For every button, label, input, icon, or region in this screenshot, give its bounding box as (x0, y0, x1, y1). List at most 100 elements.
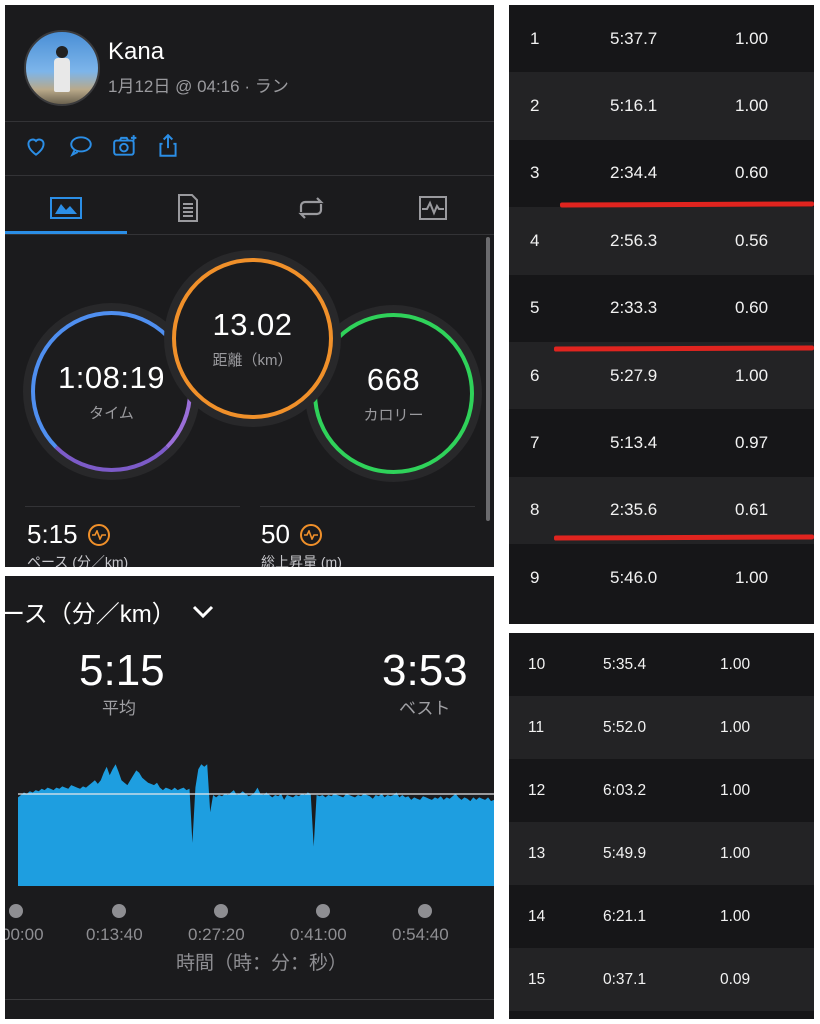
divider (260, 506, 475, 507)
divider (5, 234, 494, 235)
lap-row[interactable]: 5 2:33.3 0.60 (509, 275, 814, 342)
lap-time: 5:46.0 (610, 567, 658, 587)
x-tick-dot (9, 904, 23, 918)
lap-time: 5:37.7 (610, 28, 658, 48)
add-photo-icon[interactable] (111, 133, 137, 159)
pace-stat[interactable]: 5:15 ペース (分／km) (27, 519, 128, 567)
lap-number: 11 (528, 718, 545, 736)
lap-number: 5 (530, 298, 540, 318)
lap-time: 2:33.3 (610, 298, 658, 318)
distance-ring[interactable]: 13.02 距離（km） (172, 258, 333, 419)
pace-label: ペース (分／km) (27, 554, 129, 567)
lap-distance: 0.97 (735, 433, 769, 453)
lap-row[interactable]: 10 5:35.4 1.00 (509, 633, 814, 696)
lap-distance: 1.00 (720, 718, 751, 736)
lap-number: 7 (530, 433, 540, 453)
distance-value: 13.02 (212, 307, 293, 342)
heart-icon[interactable] (23, 133, 49, 159)
lap-row[interactable]: 12 6:03.2 1.00 (509, 759, 814, 822)
divider (5, 175, 494, 176)
divider (25, 506, 240, 507)
laps-table-2: 10 5:35.4 1.00 11 5:52.0 1.00 12 6:03.2 1.00 13 5:… (509, 633, 814, 1019)
x-tick-dot (214, 904, 228, 918)
lap-row[interactable]: 14 6:21.1 1.00 (509, 885, 814, 948)
comment-icon[interactable] (67, 133, 93, 159)
x-axis-title: 時間（時：分：秒） (176, 953, 348, 974)
scrollbar[interactable] (486, 237, 490, 521)
lap-row[interactable]: 11 5:52.0 1.00 (509, 696, 814, 759)
x-tick-label: 0:41:00 (290, 925, 347, 944)
lap-row[interactable]: 4 2:56.3 0.56 (509, 207, 814, 275)
lap-number: 3 (530, 163, 540, 183)
tab-laps[interactable] (250, 180, 372, 235)
charts-icon (418, 195, 447, 220)
lap-time: 5:35.4 (603, 655, 647, 673)
lap-distance: 0.60 (735, 163, 769, 183)
lap-time: 2:56.3 (610, 230, 658, 250)
tab-charts[interactable] (372, 180, 494, 235)
divider (5, 999, 494, 1000)
pace-value: 5:15 (27, 519, 78, 549)
distance-label: 距離（km） (212, 352, 293, 369)
lap-distance: 1.00 (735, 567, 769, 587)
x-tick-label: 0:13:40 (86, 925, 143, 944)
lap-distance: 0.56 (735, 230, 769, 250)
lap-number: 13 (528, 844, 546, 862)
tab-details[interactable] (127, 180, 249, 235)
avatar[interactable] (24, 30, 100, 106)
details-icon (178, 193, 199, 222)
lap-time: 5:16.1 (610, 96, 658, 116)
share-icon[interactable] (155, 133, 181, 159)
user-name[interactable]: Kana (108, 38, 164, 66)
pace-area-chart[interactable] (5, 576, 494, 906)
lap-time: 2:35.6 (610, 500, 658, 520)
lap-time: 5:49.9 (603, 844, 647, 862)
lap-row[interactable]: 15 0:37.1 0.09 (509, 948, 814, 1011)
avatar-figure-body (54, 58, 70, 92)
lap-number: 15 (528, 970, 546, 988)
lap-number: 6 (530, 365, 540, 385)
calories-ring[interactable]: 668 カロリー (313, 313, 474, 474)
lap-time: 6:21.1 (603, 907, 647, 925)
activity-meta: 1月12日 @ 04:16 · ラン (108, 77, 289, 96)
lap-number: 1 (530, 28, 540, 48)
lap-distance: 1.00 (735, 28, 769, 48)
pace-chart-panel: ース（分／km） 5:15 平均 3:53 ベスト 00:00 0:13:40 0:… (5, 576, 494, 1019)
lap-row[interactable]: 13 5:49.9 1.00 (509, 822, 814, 885)
x-tick-dot (316, 904, 330, 918)
activity-tabs (5, 180, 494, 235)
activity-summary-panel: Kana 1月12日 @ 04:16 · ラン 1:08:19 タイム 668 … (5, 5, 494, 567)
action-bar (23, 133, 181, 159)
time-ring[interactable]: 1:08:19 タイム (31, 311, 192, 472)
pulse-badge-icon (299, 523, 322, 546)
lap-distance: 1.00 (720, 907, 751, 925)
tab-overview[interactable] (5, 180, 127, 235)
lap-distance: 0.09 (720, 970, 751, 988)
lap-row[interactable]: 9 5:46.0 1.00 (509, 544, 814, 611)
lap-distance: 1.00 (735, 96, 769, 116)
lap-row[interactable]: 2 5:16.1 1.00 (509, 72, 814, 140)
lap-row[interactable]: 7 5:13.4 0.97 (509, 409, 814, 476)
lap-number: 9 (530, 567, 540, 587)
time-label: タイム (89, 405, 134, 422)
x-tick-dot (112, 904, 126, 918)
time-value: 1:08:19 (58, 360, 165, 395)
lap-number: 4 (530, 230, 540, 250)
elevation-stat[interactable]: 50 総上昇量 (m) (261, 519, 342, 567)
calories-label: カロリー (363, 407, 424, 424)
pace-area-series (18, 764, 494, 886)
lap-number: 2 (530, 96, 540, 116)
x-tick-label: 00:00 (5, 925, 44, 944)
lap-distance: 1.00 (735, 365, 769, 385)
lap-row[interactable]: 3 2:34.4 0.60 (509, 140, 814, 207)
lap-row[interactable]: 6 5:27.9 1.00 (509, 341, 814, 410)
lap-distance: 1.00 (720, 844, 751, 862)
lap-row[interactable]: 1 5:37.7 1.00 (509, 5, 814, 72)
lap-time: 6:03.2 (603, 781, 647, 799)
overview-icon (50, 196, 83, 219)
elevation-label: 総上昇量 (m) (261, 554, 342, 567)
lap-distance: 1.00 (720, 655, 751, 673)
lap-time: 5:27.9 (610, 365, 658, 385)
x-tick-dot (418, 904, 432, 918)
pulse-badge-icon (87, 523, 110, 546)
